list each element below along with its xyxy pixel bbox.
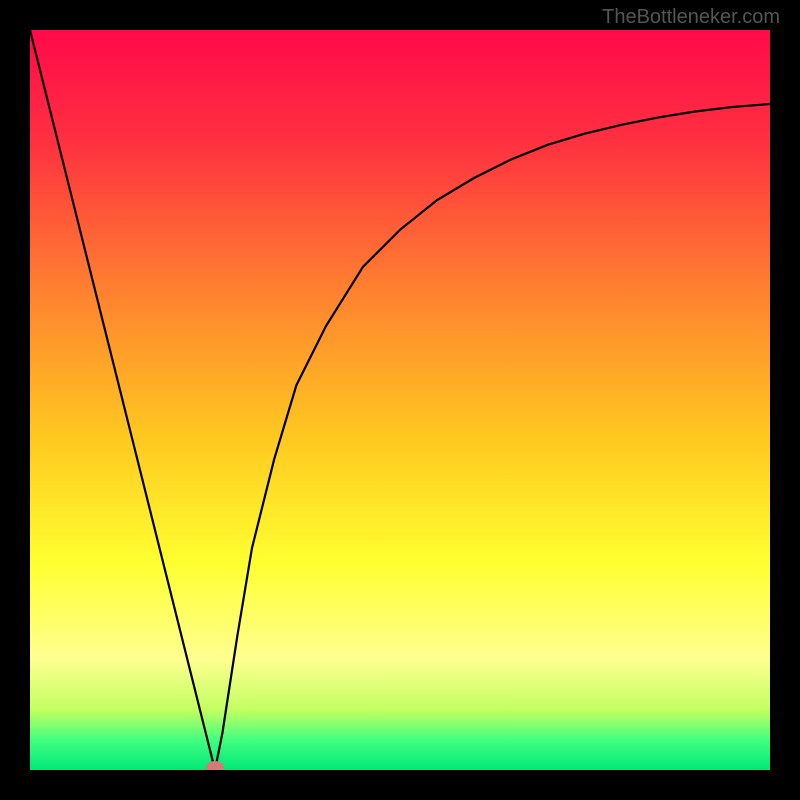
chart-container — [30, 30, 770, 770]
watermark-text: TheBottleneker.com — [602, 6, 780, 29]
chart-svg — [30, 30, 770, 770]
chart-background — [30, 30, 770, 770]
